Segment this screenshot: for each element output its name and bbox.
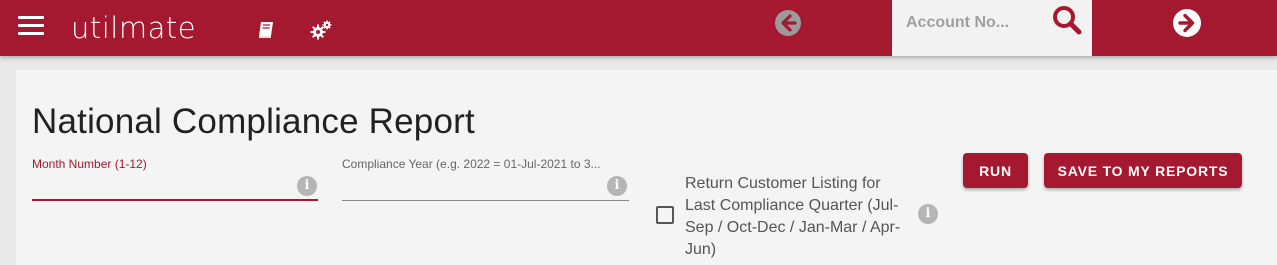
search-icon[interactable] [1051, 4, 1083, 36]
month-number-input[interactable] [32, 175, 287, 197]
month-number-underline [32, 199, 318, 201]
compliance-year-underline [342, 200, 629, 201]
info-icon[interactable]: i [607, 176, 627, 196]
customer-listing-label: Return Customer Listing for Last Complia… [685, 175, 901, 258]
app-logo[interactable]: utilmate [71, 10, 196, 46]
compliance-year-input[interactable] [342, 175, 597, 197]
page-title: National Compliance Report [32, 102, 475, 141]
info-icon[interactable]: i [297, 176, 317, 196]
info-icon[interactable]: i [918, 204, 938, 224]
top-bar: utilmate [0, 0, 1277, 56]
hamburger-menu-icon[interactable] [18, 14, 44, 36]
arrow-left-circle-icon[interactable] [774, 9, 802, 37]
customer-listing-checkbox[interactable] [656, 206, 674, 224]
arrow-right-circle-icon[interactable] [1172, 8, 1202, 38]
save-to-my-reports-button[interactable]: SAVE TO MY REPORTS [1044, 153, 1242, 188]
book-icon[interactable] [256, 20, 276, 40]
gears-icon[interactable] [309, 19, 333, 41]
compliance-year-label: Compliance Year (e.g. 2022 = 01-Jul-2021… [342, 157, 600, 171]
account-search-input[interactable] [906, 10, 1046, 36]
run-button[interactable]: RUN [963, 153, 1028, 188]
month-number-label: Month Number (1-12) [32, 157, 147, 171]
